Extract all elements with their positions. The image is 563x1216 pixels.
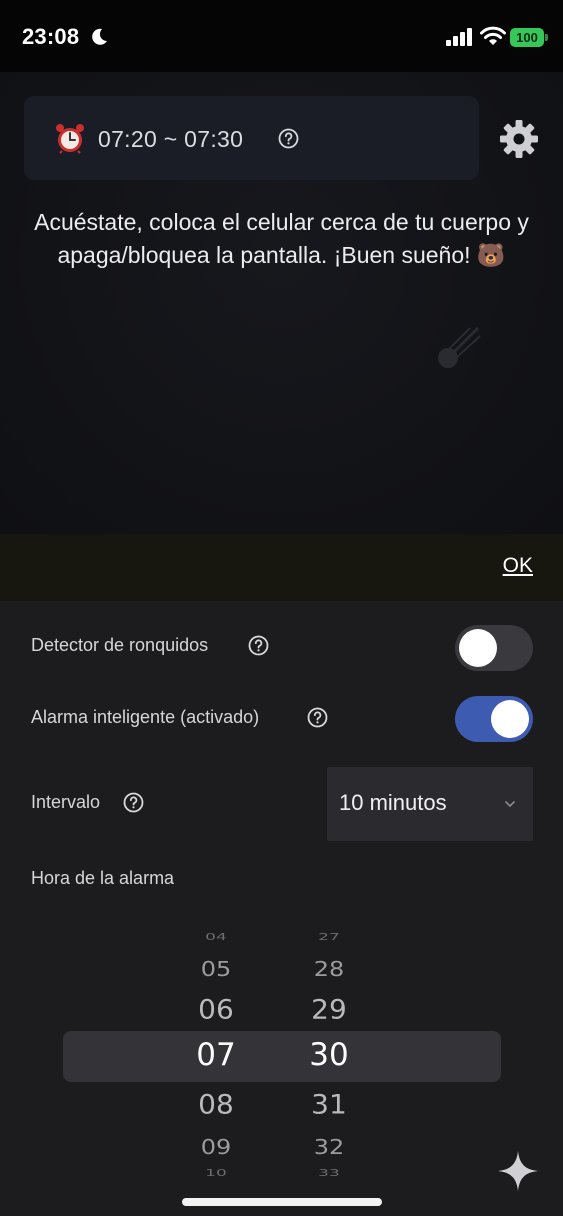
help-icon[interactable] bbox=[248, 635, 269, 656]
sleep-instruction: Acuéstate, coloca el celular cerca de tu… bbox=[34, 209, 529, 268]
picker-item[interactable]: 32 bbox=[289, 1135, 369, 1159]
picker-item[interactable]: 10 bbox=[176, 1168, 256, 1179]
snore-detector-label: Detector de ronquidos bbox=[31, 635, 209, 655]
battery-indicator: 100 bbox=[510, 28, 548, 47]
signal-icon bbox=[446, 28, 472, 46]
picker-item[interactable]: 09 bbox=[176, 1135, 256, 1159]
toggle-knob bbox=[491, 700, 529, 738]
alarm-clock-icon bbox=[56, 124, 84, 154]
picker-selection-highlight bbox=[63, 1031, 501, 1082]
snore-detector-toggle[interactable] bbox=[455, 625, 533, 671]
picker-item[interactable]: 08 bbox=[176, 1089, 256, 1120]
alarm-range-text: 07:20 ~ 07:30 bbox=[98, 126, 244, 152]
alarm-time-label: Hora de la alarma bbox=[31, 868, 175, 888]
help-icon[interactable] bbox=[307, 707, 328, 728]
toggle-knob bbox=[459, 629, 497, 667]
help-icon[interactable] bbox=[123, 792, 144, 813]
picker-item[interactable]: 07 bbox=[176, 1037, 256, 1073]
home-indicator bbox=[182, 1198, 382, 1206]
sleep-info-area: 07:20 ~ 07:30 Acuéstate, coloca el celul… bbox=[0, 72, 563, 534]
alarm-settings-panel: Detector de ronquidos Alarma inteligente… bbox=[0, 601, 563, 1216]
picker-item[interactable]: 06 bbox=[176, 994, 256, 1025]
picker-item[interactable]: 29 bbox=[289, 994, 369, 1025]
status-bar: 23:08 100 bbox=[0, 0, 563, 72]
moon-icon bbox=[92, 28, 107, 45]
gear-icon[interactable] bbox=[499, 119, 539, 159]
status-time: 23:08 bbox=[22, 24, 80, 49]
smart-alarm-toggle[interactable] bbox=[455, 696, 533, 742]
interval-select[interactable]: 10 minutos bbox=[327, 767, 533, 841]
picker-item[interactable]: 05 bbox=[176, 957, 256, 981]
help-icon[interactable] bbox=[278, 128, 299, 149]
chevron-down-icon bbox=[505, 801, 515, 808]
interval-label: Intervalo bbox=[31, 792, 101, 812]
picker-item[interactable]: 28 bbox=[289, 957, 369, 981]
picker-item[interactable]: 33 bbox=[289, 1168, 369, 1179]
picker-item[interactable]: 30 bbox=[289, 1037, 369, 1073]
sparkle-icon[interactable] bbox=[497, 1150, 539, 1192]
ok-button[interactable]: OK bbox=[503, 554, 533, 578]
picker-item[interactable]: 31 bbox=[289, 1089, 369, 1120]
smart-alarm-label: Alarma inteligente (activado) bbox=[31, 707, 260, 727]
wifi-icon bbox=[480, 26, 506, 45]
picker-item[interactable]: 04 bbox=[176, 932, 256, 943]
meteor-icon bbox=[438, 326, 481, 368]
alarm-range-card[interactable]: 07:20 ~ 07:30 bbox=[24, 96, 479, 180]
confirm-bar: OK bbox=[0, 534, 563, 601]
picker-item[interactable]: 27 bbox=[289, 932, 369, 943]
interval-value: 10 minutos bbox=[339, 790, 447, 815]
screen: 23:08 100 07:20 ~ 07:30 Acuéstate, coloc… bbox=[0, 0, 563, 1216]
